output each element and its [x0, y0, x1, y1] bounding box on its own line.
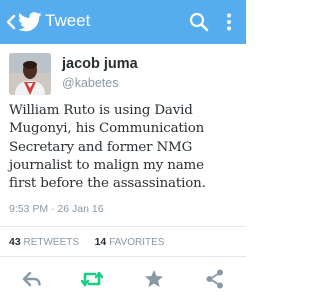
- favorites-label[interactable]: FAVORITES: [109, 237, 164, 248]
- reply-icon[interactable]: [21, 268, 43, 290]
- tweet-text: William Ruto is using David Mugonyi, his…: [9, 102, 241, 193]
- divider: [0, 226, 246, 227]
- tweet-text-line: Mugonyi, his Communication: [9, 121, 205, 137]
- app-bar-title: Tweet: [45, 11, 91, 30]
- twitter-bird-icon[interactable]: [18, 12, 42, 32]
- favorite-star-icon[interactable]: [143, 268, 165, 290]
- tweet-text-line: Secretary and former NMG: [9, 139, 193, 155]
- retweets-label[interactable]: RETWEETS: [23, 237, 79, 248]
- overflow-menu-icon[interactable]: [225, 12, 233, 32]
- share-icon[interactable]: [204, 268, 226, 290]
- back-arrow-icon[interactable]: [4, 13, 18, 31]
- tweet-stats: 43 RETWEETS 14 FAVORITES: [9, 236, 164, 248]
- search-icon[interactable]: [189, 12, 209, 32]
- avatar[interactable]: [9, 53, 51, 95]
- favorites-count[interactable]: 14: [95, 236, 107, 248]
- tweet-text-line: first before the assassination.: [9, 176, 206, 192]
- author-handle[interactable]: @kabetes: [62, 76, 118, 90]
- retweet-icon[interactable]: [80, 268, 104, 290]
- tweet-timestamp: 9:53 PM · 26 Jan 16: [9, 203, 104, 215]
- tweet-text-line: journalist to malign my name: [9, 157, 204, 173]
- divider: [0, 256, 246, 257]
- tweet-text-line: William Ruto is using David: [9, 103, 193, 118]
- app-bar: Tweet: [0, 0, 246, 44]
- retweets-count[interactable]: 43: [9, 236, 21, 248]
- author-name[interactable]: jacob juma: [62, 56, 138, 72]
